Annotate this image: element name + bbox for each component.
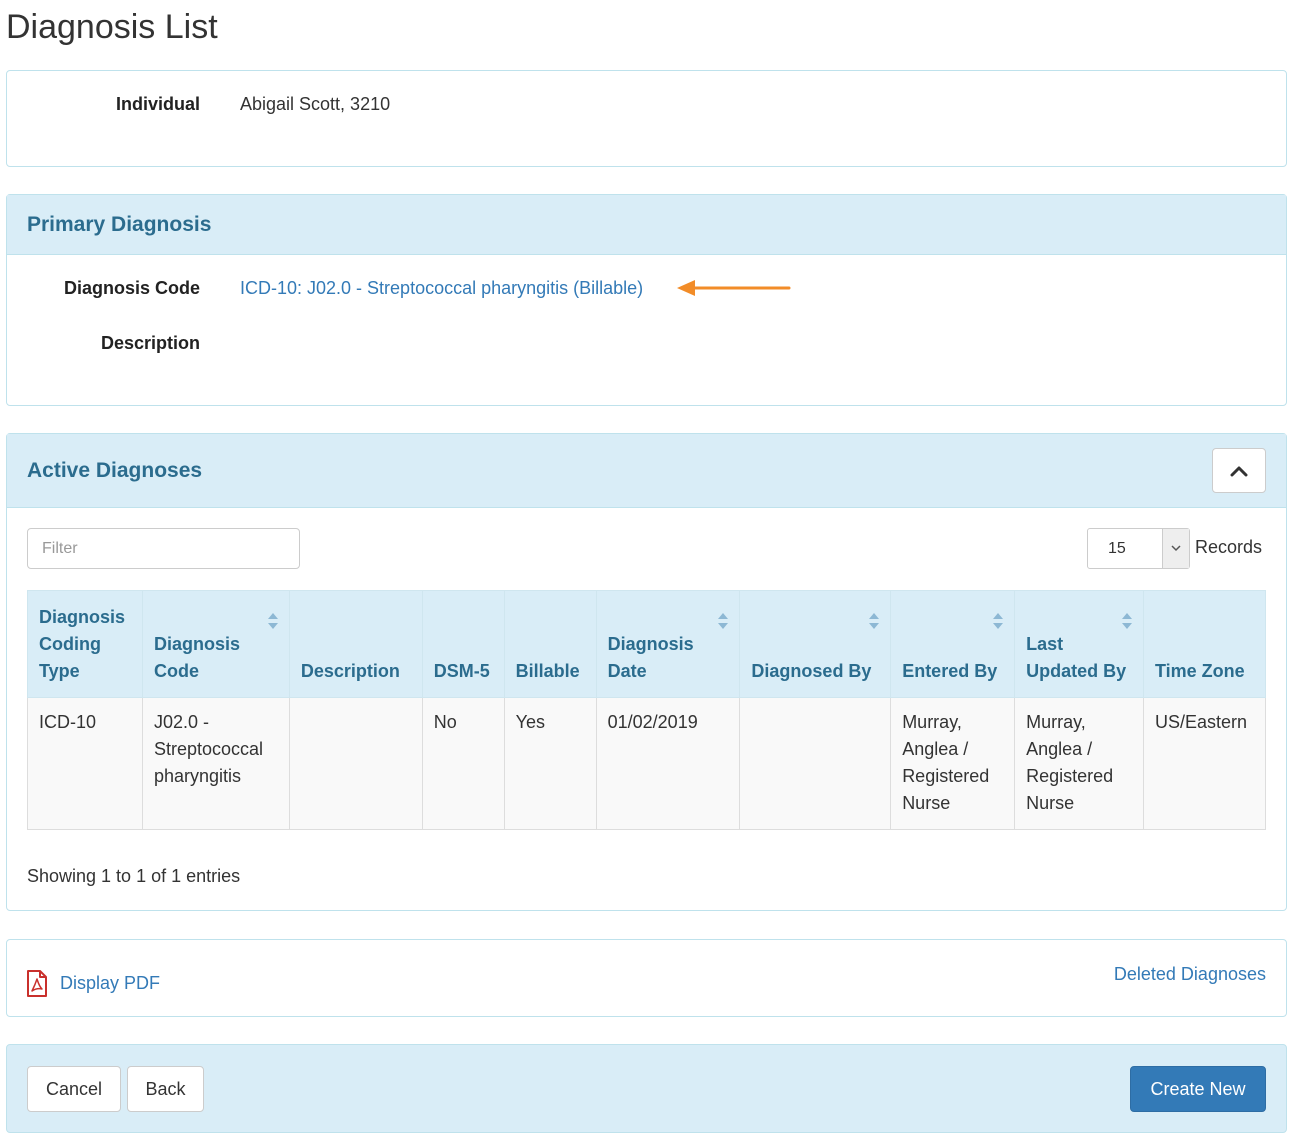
- annotation-arrow-icon: [677, 280, 791, 296]
- column-header-dsm5: DSM-5: [421, 590, 505, 698]
- collapse-button[interactable]: [1212, 448, 1266, 493]
- create-new-button[interactable]: Create New: [1130, 1066, 1266, 1112]
- cell-billable: Yes: [503, 697, 597, 830]
- sort-icon[interactable]: [717, 611, 729, 629]
- display-pdf-link[interactable]: Display PDF: [25, 970, 160, 997]
- sort-icon[interactable]: [992, 611, 1004, 629]
- column-header-time-zone: Time Zone: [1142, 590, 1267, 698]
- back-button[interactable]: Back: [127, 1066, 204, 1112]
- diagnoses-table: Diagnosis Coding Type Diagnosis Code Des…: [27, 590, 1267, 830]
- table-row[interactable]: ICD-10 J02.0 - Streptococcal pharyngitis…: [27, 697, 1267, 830]
- display-pdf-label: Display PDF: [60, 973, 161, 993]
- cell-description: [288, 697, 423, 830]
- records-per-page-select[interactable]: 15: [1087, 528, 1190, 569]
- sort-icon[interactable]: [1121, 611, 1133, 629]
- cell-diagnosed-by: [739, 697, 892, 830]
- records-label: Records: [1195, 537, 1263, 557]
- sort-icon[interactable]: [267, 611, 279, 629]
- diagnosis-code-label: Diagnosis Code: [63, 278, 200, 298]
- description-label: Description: [100, 333, 200, 353]
- active-diagnoses-title: Active Diagnoses: [27, 458, 203, 482]
- column-header-entered-by[interactable]: Entered By: [890, 590, 1016, 698]
- pdf-file-icon: [27, 970, 47, 997]
- page-title: Diagnosis List: [6, 8, 218, 46]
- column-header-description: Description: [288, 590, 423, 698]
- chevron-down-icon: [1162, 529, 1189, 568]
- primary-diagnosis-panel: Primary Diagnosis Diagnosis Code ICD-10:…: [6, 194, 1287, 406]
- showing-entries-text: Showing 1 to 1 of 1 entries: [27, 866, 241, 886]
- filter-input[interactable]: [27, 528, 300, 569]
- cell-coding-type: ICD-10: [27, 697, 143, 830]
- column-header-diagnosis-code[interactable]: Diagnosis Code: [141, 590, 290, 698]
- column-header-diagnosed-by[interactable]: Diagnosed By: [739, 590, 892, 698]
- primary-diagnosis-heading: Primary Diagnosis: [7, 195, 1286, 255]
- column-header-coding-type: Diagnosis Coding Type: [27, 590, 143, 698]
- individual-panel: Individual Abigail Scott, 3210: [6, 70, 1287, 167]
- column-header-diagnosis-date[interactable]: Diagnosis Date: [595, 590, 741, 698]
- active-diagnoses-panel: Active Diagnoses 15 Records Diagnosis Co…: [6, 433, 1287, 911]
- records-per-page-value: 15: [1108, 539, 1126, 557]
- links-panel: Display PDF Deleted Diagnoses: [6, 939, 1287, 1017]
- actions-panel: Cancel Back Create New: [6, 1044, 1287, 1133]
- cell-entered-by: Murray, Anglea / Registered Nurse: [890, 697, 1016, 830]
- cell-dsm5: No: [421, 697, 505, 830]
- individual-value: Abigail Scott, 3210: [240, 94, 391, 114]
- chevron-up-icon: [1230, 466, 1248, 476]
- sort-icon[interactable]: [868, 611, 880, 629]
- cancel-button[interactable]: Cancel: [27, 1066, 121, 1112]
- cell-diagnosis-date: 01/02/2019: [595, 697, 741, 830]
- table-header-row: Diagnosis Coding Type Diagnosis Code Des…: [27, 590, 1267, 698]
- column-header-billable: Billable: [503, 590, 597, 698]
- deleted-diagnoses-link[interactable]: Deleted Diagnoses: [1114, 964, 1266, 985]
- diagnosis-code-link[interactable]: ICD-10: J02.0 - Streptococcal pharyngiti…: [240, 278, 643, 299]
- column-header-last-updated-by[interactable]: Last Updated By: [1014, 590, 1144, 698]
- cell-diagnosis-code: J02.0 - Streptococcal pharyngitis: [141, 697, 290, 830]
- cell-last-updated-by: Murray, Anglea / Registered Nurse: [1014, 697, 1144, 830]
- cell-time-zone: US/Eastern: [1142, 697, 1267, 830]
- individual-label: Individual: [115, 94, 200, 114]
- active-diagnoses-heading: Active Diagnoses: [7, 434, 1286, 508]
